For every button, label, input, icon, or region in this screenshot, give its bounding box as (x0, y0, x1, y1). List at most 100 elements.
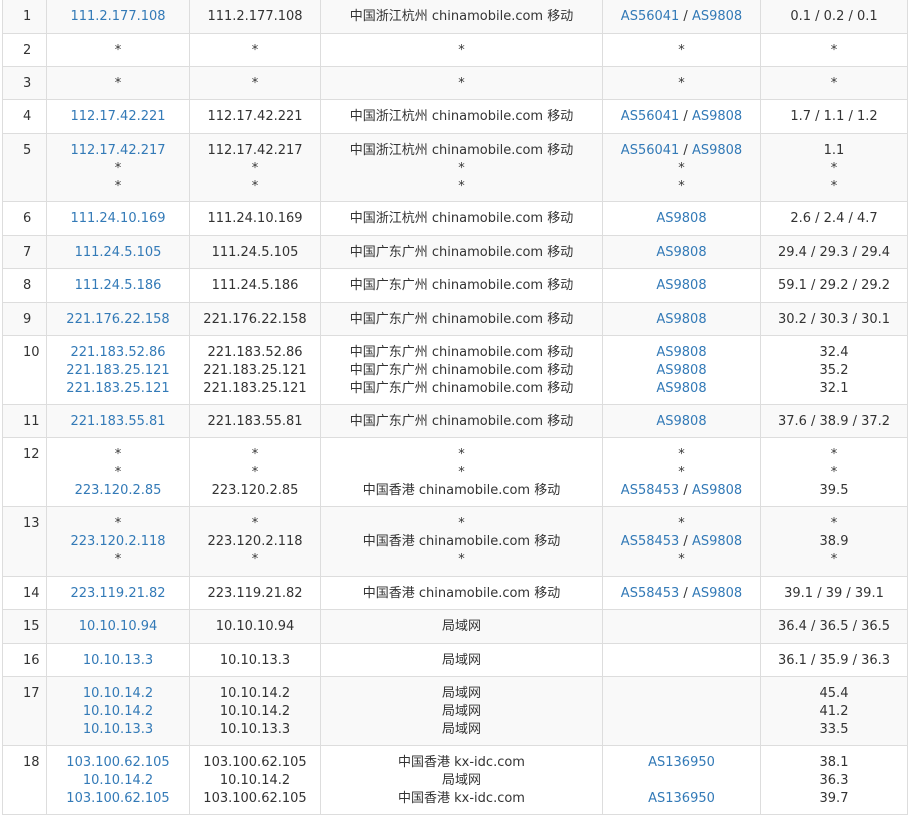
asn-link[interactable]: AS58453 (621, 586, 680, 601)
asn-link[interactable]: AS9808 (656, 363, 706, 378)
location-line: 中国浙江杭州 chinamobile.com 移动 (349, 9, 574, 24)
ip-link[interactable]: 111.24.5.186 (75, 278, 162, 293)
asn-link[interactable]: AS58453 (621, 483, 680, 498)
latency-line: 35.2 (819, 363, 849, 378)
table-row: 17 10.10.14.2 10.10.14.2 10.10.13.3 10.10.14… (2, 676, 908, 746)
asn-link[interactable]: AS9808 (656, 211, 706, 226)
asn-line: AS9808 (609, 344, 754, 362)
latency-line: 39.1 / 39 / 39.1 (784, 586, 884, 601)
asn-placeholder: * (678, 552, 685, 567)
hostname-cell: 112.17.42.221 (189, 99, 321, 134)
asn-line: * (609, 464, 754, 482)
ip-link[interactable]: 223.119.21.82 (70, 586, 165, 601)
ip-link[interactable]: 10.10.14.2 (83, 773, 153, 788)
hostname-line: 112.17.42.221 (207, 109, 303, 124)
ip-link[interactable]: 10.10.14.2 (83, 704, 153, 719)
latency-line: 37.6 / 38.9 / 37.2 (777, 414, 891, 429)
asn-cell (602, 643, 761, 677)
asn-link[interactable]: AS9808 (656, 414, 706, 429)
ip-cell: 111.24.5.186 (46, 268, 190, 303)
hostname-line: 223.120.2.118 (207, 534, 303, 549)
hostname-cell: 221.183.52.86 221.183.25.121 221.183.25.12… (189, 335, 321, 405)
asn-link[interactable]: AS9808 (692, 586, 742, 601)
asn-link[interactable]: AS136950 (648, 755, 715, 770)
asn-link[interactable]: AS136950 (648, 791, 715, 806)
location-cell: 局域网 (320, 643, 603, 677)
ip-link[interactable]: 111.24.10.169 (70, 211, 165, 226)
ip-link[interactable]: 103.100.62.105 (66, 755, 169, 770)
ip-link[interactable]: 223.120.2.85 (75, 483, 162, 498)
ip-line: 103.100.62.105 (53, 754, 183, 772)
latency-line: 45.4 (819, 686, 849, 701)
hostname-line: * (251, 161, 259, 176)
hostname-line: 10.10.13.3 (219, 653, 291, 668)
asn-cell (602, 609, 761, 644)
asn-line: * (609, 551, 754, 569)
asn-link[interactable]: AS9808 (692, 109, 742, 124)
hop-cell: 4 (2, 99, 47, 134)
ip-link[interactable]: 112.17.42.221 (70, 109, 165, 124)
asn-line (609, 721, 754, 739)
asn-cell: AS9808 (602, 268, 761, 303)
hop-cell: 17 (2, 676, 47, 746)
asn-line: AS56041 / AS9808 (609, 142, 754, 160)
hop-number: 5 (23, 143, 32, 158)
latency-line: 38.1 (819, 755, 849, 770)
hostname-cell: 111.2.177.108 (189, 0, 321, 34)
asn-line: AS56041 / AS9808 (609, 8, 754, 26)
asn-link[interactable]: AS9808 (692, 483, 742, 498)
asn-cell: AS136950 AS136950 (602, 745, 761, 815)
asn-link[interactable]: AS9808 (656, 312, 706, 327)
ip-placeholder: * (114, 465, 122, 480)
ip-link[interactable]: 112.17.42.217 (70, 143, 165, 158)
location-line: 中国广东广州 chinamobile.com 移动 (349, 345, 574, 360)
asn-line (609, 652, 754, 670)
location-cell: 中国浙江杭州 chinamobile.com 移动 (320, 201, 603, 236)
table-row: 6 111.24.10.169 111.24.10.169 中国浙江杭州 chinam… (2, 201, 908, 236)
ip-link[interactable]: 103.100.62.105 (66, 791, 169, 806)
hop-cell: 9 (2, 302, 47, 336)
asn-link[interactable]: AS56041 (621, 143, 680, 158)
ip-line: 221.183.52.86 (53, 344, 183, 362)
ip-link[interactable]: 10.10.13.3 (83, 653, 153, 668)
ip-link[interactable]: 111.24.5.105 (75, 245, 162, 260)
ip-link[interactable]: 10.10.10.94 (79, 619, 158, 634)
asn-cell: AS56041 / AS9808 (602, 0, 761, 34)
latency-line: 2.6 / 2.4 / 4.7 (790, 211, 878, 226)
asn-line: AS9808 (609, 362, 754, 380)
location-line: 局域网 (441, 686, 481, 701)
hostname-cell: 112.17.42.217 * * (189, 133, 321, 202)
ip-link[interactable]: 221.183.25.121 (66, 363, 169, 378)
location-line: 中国香港 kx-idc.com (398, 755, 525, 770)
asn-separator: / (679, 143, 692, 158)
ip-cell: 103.100.62.105 10.10.14.2 103.100.62.105 (46, 745, 190, 815)
asn-link[interactable]: AS9808 (656, 381, 706, 396)
ip-link[interactable]: 223.120.2.118 (70, 534, 165, 549)
hop-cell: 14 (2, 576, 47, 610)
asn-link[interactable]: AS9808 (692, 9, 742, 24)
asn-cell: * * AS58453 / AS9808 (602, 437, 761, 507)
asn-link[interactable]: AS9808 (656, 245, 706, 260)
ip-link[interactable]: 221.176.22.158 (66, 312, 169, 327)
hostname-line: 103.100.62.105 (203, 755, 307, 770)
time-cell: 45.4 41.2 33.5 (760, 676, 908, 746)
ip-link[interactable]: 10.10.14.2 (83, 686, 153, 701)
ip-link[interactable]: 10.10.13.3 (83, 722, 153, 737)
table-row: 1 111.2.177.108 111.2.177.108 中国浙江杭州 chinam… (2, 0, 908, 34)
asn-separator: / (679, 586, 692, 601)
asn-link[interactable]: AS9808 (692, 143, 742, 158)
ip-line: 10.10.13.3 (53, 721, 183, 739)
ip-link[interactable]: 111.2.177.108 (70, 9, 165, 24)
asn-link[interactable]: AS9808 (656, 278, 706, 293)
ip-link[interactable]: 221.183.52.86 (70, 345, 165, 360)
asn-link[interactable]: AS58453 (621, 534, 680, 549)
hop-cell: 11 (2, 404, 47, 438)
hop-cell: 7 (2, 235, 47, 269)
asn-link[interactable]: AS9808 (692, 534, 742, 549)
asn-link[interactable]: AS56041 (621, 9, 680, 24)
asn-link[interactable]: AS9808 (656, 345, 706, 360)
ip-link[interactable]: 221.183.55.81 (70, 414, 165, 429)
ip-link[interactable]: 221.183.25.121 (66, 381, 169, 396)
asn-link[interactable]: AS56041 (621, 109, 680, 124)
latency-line: 59.1 / 29.2 / 29.2 (777, 278, 891, 293)
